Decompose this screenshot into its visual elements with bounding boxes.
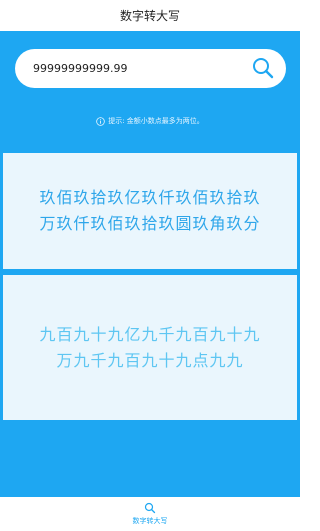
search-bar bbox=[15, 49, 286, 88]
uppercase-line-2: 万玖仟玖佰玖拾玖圆玖角玖分 bbox=[39, 214, 261, 233]
lowercase-line-2: 万九千九百九十九点九九 bbox=[56, 350, 244, 370]
uppercase-result-panel: 玖佰玖拾玖亿玖仟玖佰玖拾玖 万玖仟玖佰玖拾玖圆玖角玖分 bbox=[3, 153, 297, 269]
bottom-tab-bar: 数字转大写 bbox=[0, 497, 300, 531]
number-input[interactable] bbox=[33, 49, 243, 88]
hint-text: 提示: 金额小数点最多为两位。 bbox=[108, 117, 204, 125]
tab-number-convert[interactable]: 数字转大写 bbox=[133, 502, 168, 526]
lowercase-line-1: 九百九十九亿九千九百九十九 bbox=[39, 324, 261, 344]
lowercase-result-panel: 九百九十九亿九千九百九十九 万九千九百九十九点九九 bbox=[3, 275, 297, 420]
search-icon bbox=[253, 58, 274, 79]
search-button[interactable] bbox=[248, 53, 278, 83]
info-icon bbox=[96, 116, 105, 126]
app-title: 数字转大写 bbox=[119, 9, 180, 23]
tab-label: 数字转大写 bbox=[132, 517, 168, 525]
search-icon bbox=[144, 502, 156, 514]
main-area: 提示: 金额小数点最多为两位。 玖佰玖拾玖亿玖仟玖佰玖拾玖 万玖仟玖佰玖拾玖圆玖… bbox=[0, 31, 300, 497]
uppercase-line-1: 玖佰玖拾玖亿玖仟玖佰玖拾玖 bbox=[39, 188, 261, 207]
app-title-bar: 数字转大写 bbox=[0, 0, 300, 32]
hint-row: 提示: 金额小数点最多为两位。 bbox=[0, 114, 300, 128]
